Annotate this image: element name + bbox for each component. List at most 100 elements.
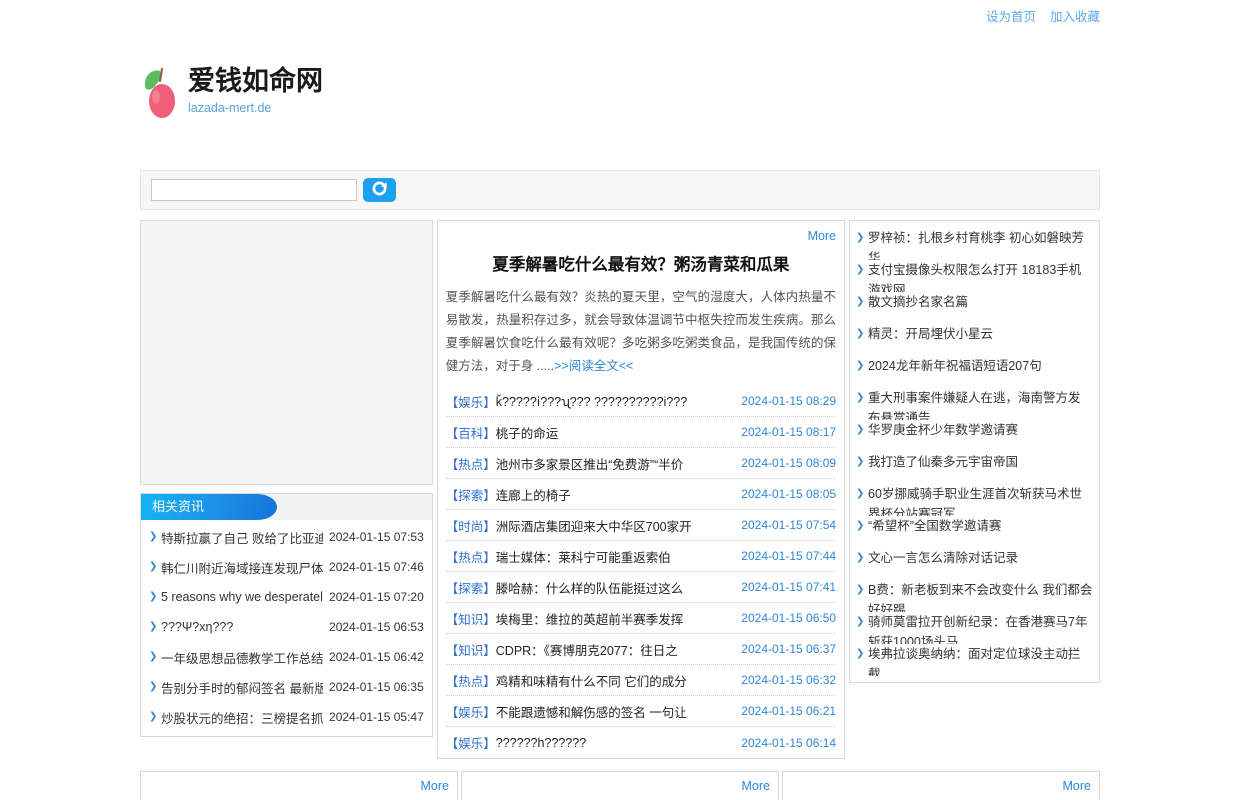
list-item[interactable]: ❯ B费：新老板到来不会改变什么 我们都会好好踢: [856, 580, 1093, 612]
news-date: 2024-01-15 07:54: [741, 518, 837, 532]
arrow-bullet-icon: ❯: [149, 561, 158, 572]
list-item[interactable]: ❯ 60岁挪威骑手职业生涯首次斩获马术世界杯分站赛冠军: [856, 484, 1093, 516]
news-category: 【娱乐】: [445, 395, 496, 410]
news-date: 2024-01-15 06:50: [741, 611, 837, 625]
news-category: 【百科】: [445, 426, 496, 441]
news-category: 【知识】: [445, 612, 496, 627]
list-item-date: 2024-01-15 06:53: [329, 620, 424, 634]
list-item[interactable]: ❯ 支付宝摄像头权限怎么打开 18183手机游戏网: [856, 260, 1093, 292]
arrow-bullet-icon: ❯: [856, 584, 865, 595]
news-date: 2024-01-15 06:14: [741, 735, 837, 750]
more-link[interactable]: More: [421, 779, 449, 793]
list-item[interactable]: ❯ 埃弗拉谈奥纳纳：面对定位球没主动拦截: [856, 644, 1093, 676]
list-item-title: 支付宝摄像头权限怎么打开 18183手机游戏网: [868, 263, 1082, 292]
news-date: 2024-01-15 06:21: [741, 704, 837, 718]
list-item[interactable]: ❯ “希望杯”全国数学邀请赛: [856, 516, 1093, 548]
left-column: 相关资讯 ❯ 特斯拉赢了自己 败给了比亚迪 2024-01-15 07:53 ❯…: [140, 220, 433, 737]
news-row[interactable]: 【热点】 鸡精和味精有什么不同 它们的成分 2024-01-15 06:32: [445, 665, 837, 696]
news-title: 连廊上的椅子: [495, 488, 571, 503]
more-link[interactable]: More: [808, 229, 836, 243]
list-item[interactable]: ❯ 散文摘抄名家名篇: [856, 292, 1093, 324]
list-item[interactable]: ❯ 炒股状元的绝招：三榜提名抓黑 2024-01-15 05:47: [149, 702, 424, 732]
list-item[interactable]: ❯ 我打造了仙秦多元宇宙帝国: [856, 452, 1093, 484]
list-item[interactable]: ❯ ???Ψ?xη??? 2024-01-15 06:53: [149, 612, 424, 642]
news-date: 2024-01-15 07:41: [741, 580, 837, 594]
list-item[interactable]: ❯ 重大刑事案件嫌疑人在逃，海南警方发布悬赏通告: [856, 388, 1093, 420]
list-item[interactable]: ❯ 骑师莫雷拉开创新纪录：在香港赛马7年斩获1000场头马: [856, 612, 1093, 644]
list-item-title: 炒股状元的绝招：三榜提名抓黑: [161, 711, 324, 726]
bottom-box: More ❯ 希尔顿花园酒店喜迎入华十周年里程 2024-01-15 07:36: [140, 771, 458, 800]
news-date: 2024-01-15 07:44: [741, 549, 837, 563]
search-button[interactable]: [363, 178, 396, 202]
search-bar: [140, 170, 1100, 210]
list-item-title: 散文摘抄名家名篇: [868, 295, 969, 309]
bottom-more-line: More: [783, 772, 1099, 797]
list-item-title: 埃弗拉谈奥纳纳：面对定位球没主动拦截: [868, 647, 1081, 676]
list-item[interactable]: ❯ 2024龙年新年祝福语短语207句: [856, 356, 1093, 388]
list-item[interactable]: ❯ 韩仁川附近海域接连发现尸体 2024-01-15 07:46: [149, 552, 424, 582]
arrow-bullet-icon: ❯: [856, 424, 865, 435]
news-row[interactable]: 【娱乐】 ??????h?????? 2024-01-15 06:14: [446, 727, 836, 758]
feature-title[interactable]: 夏季解暑吃什么最有效？粥汤青菜和瓜果: [446, 254, 836, 276]
list-item-title: 特斯拉赢了自己 败给了比亚迪: [161, 531, 324, 546]
news-row[interactable]: 【探索】 滕哈赫：什么样的队伍能挺过这么 2024-01-15 07:41: [445, 572, 837, 603]
list-item[interactable]: ❯ 精灵：开局埋伏小星云: [856, 324, 1093, 356]
read-full-link[interactable]: >>阅读全文<<: [554, 359, 633, 373]
list-item-title: 罗梓祯：扎根乡村育桃李 初心如磐映芳华: [868, 231, 1085, 260]
news-title: ??????h??????: [495, 735, 587, 750]
news-category: 【知识】: [445, 643, 496, 658]
arrow-bullet-icon: ❯: [856, 520, 865, 531]
list-item[interactable]: ❯ 5 reasons why we desperately 2024-01-1…: [149, 582, 424, 612]
related-news-list: ❯ 特斯拉赢了自己 败给了比亚迪 2024-01-15 07:53 ❯ 韩仁川附…: [141, 520, 432, 736]
feature-more-line: More: [446, 227, 836, 245]
news-row[interactable]: 【热点】 池州市多家景区推出“免费游”“半价 2024-01-15 08:09: [445, 448, 837, 479]
related-news-header: 相关资讯: [141, 494, 432, 520]
list-item[interactable]: ❯ 告别分手时的郁闷签名 最新版含 2024-01-15 06:35: [149, 672, 424, 702]
set-homepage-link[interactable]: 设为首页: [986, 6, 1036, 25]
site-logo-link[interactable]: 爱钱如命网 lazada-mert.de: [140, 31, 323, 121]
search-icon: [370, 179, 389, 201]
site-title: 爱钱如命网: [188, 66, 323, 96]
news-row[interactable]: 【探索】 连廊上的椅子 2024-01-15 08:05: [445, 479, 837, 510]
news-category: 【热点】: [445, 674, 496, 689]
arrow-bullet-icon: ❯: [856, 328, 865, 339]
news-row[interactable]: 【百科】 桃子的命运 2024-01-15 08:17: [445, 417, 837, 448]
list-item-date: 2024-01-15 06:42: [329, 650, 424, 664]
list-item[interactable]: ❯ 华罗庚金杯少年数学邀请赛: [856, 420, 1093, 452]
list-item[interactable]: ❯ 一年级思想品德教学工作总结 2024-01-15 06:42: [149, 642, 424, 672]
ad-placeholder: [140, 220, 433, 485]
list-item[interactable]: ❯ 文心一言怎么清除对话记录: [856, 548, 1093, 580]
list-item-date: 2024-01-15 07:20: [329, 590, 424, 604]
news-category: 【时尚】: [445, 519, 496, 534]
more-link[interactable]: More: [1063, 779, 1091, 793]
news-title: 不能跟遗憾和解伤感的签名 一句让: [495, 705, 687, 720]
related-news-panel: 相关资讯 ❯ 特斯拉赢了自己 败给了比亚迪 2024-01-15 07:53 ❯…: [140, 493, 433, 737]
news-row[interactable]: 【娱乐】 ǩ?????ⅰ???ʯ??? ??????????i??? 2024-…: [445, 386, 837, 417]
list-item[interactable]: ❯ 特斯拉赢了自己 败给了比亚迪 2024-01-15 07:53: [149, 522, 424, 552]
news-category: 【娱乐】: [445, 737, 496, 751]
news-category: 【探索】: [445, 581, 496, 596]
feature-summary-text: 夏季解暑吃什么最有效？炎热的夏天里，空气的湿度大，人体内热量不易散发，热量积存过…: [445, 290, 837, 373]
more-link[interactable]: More: [742, 779, 770, 793]
arrow-bullet-icon: ❯: [856, 392, 865, 403]
add-favorite-link[interactable]: 加入收藏: [1050, 6, 1100, 25]
news-title: ǩ?????ⅰ???ʯ??? ??????????i???: [495, 394, 688, 409]
arrow-bullet-icon: ❯: [856, 552, 865, 563]
arrow-bullet-icon: ❯: [856, 456, 865, 467]
news-row[interactable]: 【时尚】 洲际酒店集团迎来大中华区700家开 2024-01-15 07:54: [445, 510, 837, 541]
bottom-box: More ❯ qq邮箱怎么注销 2024-01-15 08:29: [782, 771, 1100, 800]
news-row[interactable]: 【知识】 CDPR：《赛博朋克2077：往日之 2024-01-15 06:37: [445, 634, 837, 665]
arrow-bullet-icon: ❯: [856, 360, 865, 371]
news-row[interactable]: 【知识】 埃梅里：维拉的英超前半赛季发挥 2024-01-15 06:50: [445, 603, 837, 634]
news-category: 【探索】: [445, 488, 496, 503]
arrow-bullet-icon: ❯: [149, 531, 158, 542]
news-category: 【热点】: [445, 550, 496, 565]
list-item-title: 文心一言怎么清除对话记录: [868, 551, 1019, 565]
main-content: 相关资讯 ❯ 特斯拉赢了自己 败给了比亚迪 2024-01-15 07:53 ❯…: [140, 220, 1100, 759]
search-input[interactable]: [151, 179, 357, 201]
list-item[interactable]: ❯ 罗梓祯：扎根乡村育桃李 初心如磐映芳华: [856, 228, 1093, 260]
arrow-bullet-icon: ❯: [856, 264, 865, 275]
news-row[interactable]: 【娱乐】 不能跟遗憾和解伤感的签名 一句让 2024-01-15 06:21: [445, 696, 837, 727]
news-row[interactable]: 【热点】 瑞士媒体：莱科宁可能重返索伯 2024-01-15 07:44: [445, 541, 837, 572]
arrow-bullet-icon: ❯: [149, 681, 158, 692]
